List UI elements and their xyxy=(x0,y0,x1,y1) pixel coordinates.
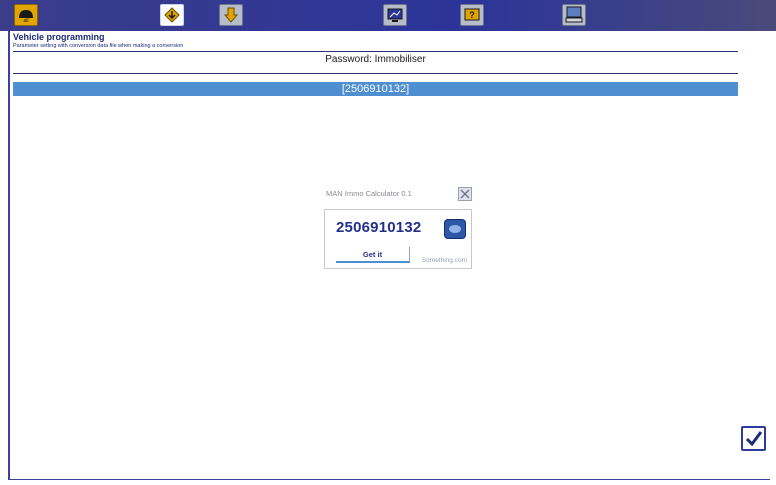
bottom-border xyxy=(8,479,770,480)
calculator-logo xyxy=(444,219,466,239)
monitor-button[interactable] xyxy=(383,4,407,26)
svg-text:all: all xyxy=(23,18,28,23)
password-code-bar: [2506910132] xyxy=(13,82,738,96)
programming-icon xyxy=(164,7,180,23)
monitor-icon xyxy=(387,8,403,22)
download-button[interactable] xyxy=(219,4,243,26)
home-button[interactable]: all xyxy=(14,4,38,26)
calculator-dialog: MAN Immo Calculator 0.1 2506910132 Get i… xyxy=(320,186,474,270)
page-subtitle: Parameter setting with conversion data f… xyxy=(13,43,184,49)
close-button[interactable] xyxy=(458,187,472,201)
confirm-button[interactable] xyxy=(741,426,766,451)
divider xyxy=(13,51,738,52)
top-toolbar: all ? xyxy=(0,0,776,31)
help-button[interactable]: ? xyxy=(460,4,484,26)
password-label: Password: Immobiliser xyxy=(325,54,426,65)
site-label: Something.com xyxy=(421,257,467,264)
vehicle-home-icon: all xyxy=(19,10,33,23)
divider xyxy=(13,73,738,74)
help-icon: ? xyxy=(464,8,480,21)
calculator-body: 2506910132 Get it Something.com xyxy=(324,209,472,269)
checkmark-icon xyxy=(745,430,762,446)
page-title: Vehicle programming xyxy=(13,32,105,42)
computer-icon xyxy=(565,6,583,23)
close-icon xyxy=(460,189,470,199)
svg-text:?: ? xyxy=(469,10,475,20)
calculator-title: MAN Immo Calculator 0.1 xyxy=(326,189,412,198)
calculated-number: 2506910132 xyxy=(336,219,422,236)
app-logo-icon xyxy=(449,225,461,233)
get-it-button[interactable]: Get it xyxy=(336,247,410,263)
left-frame-border xyxy=(8,31,10,479)
download-arrow-icon xyxy=(223,7,239,23)
vehicle-programming-button[interactable] xyxy=(160,4,184,26)
computer-button[interactable] xyxy=(562,4,586,26)
